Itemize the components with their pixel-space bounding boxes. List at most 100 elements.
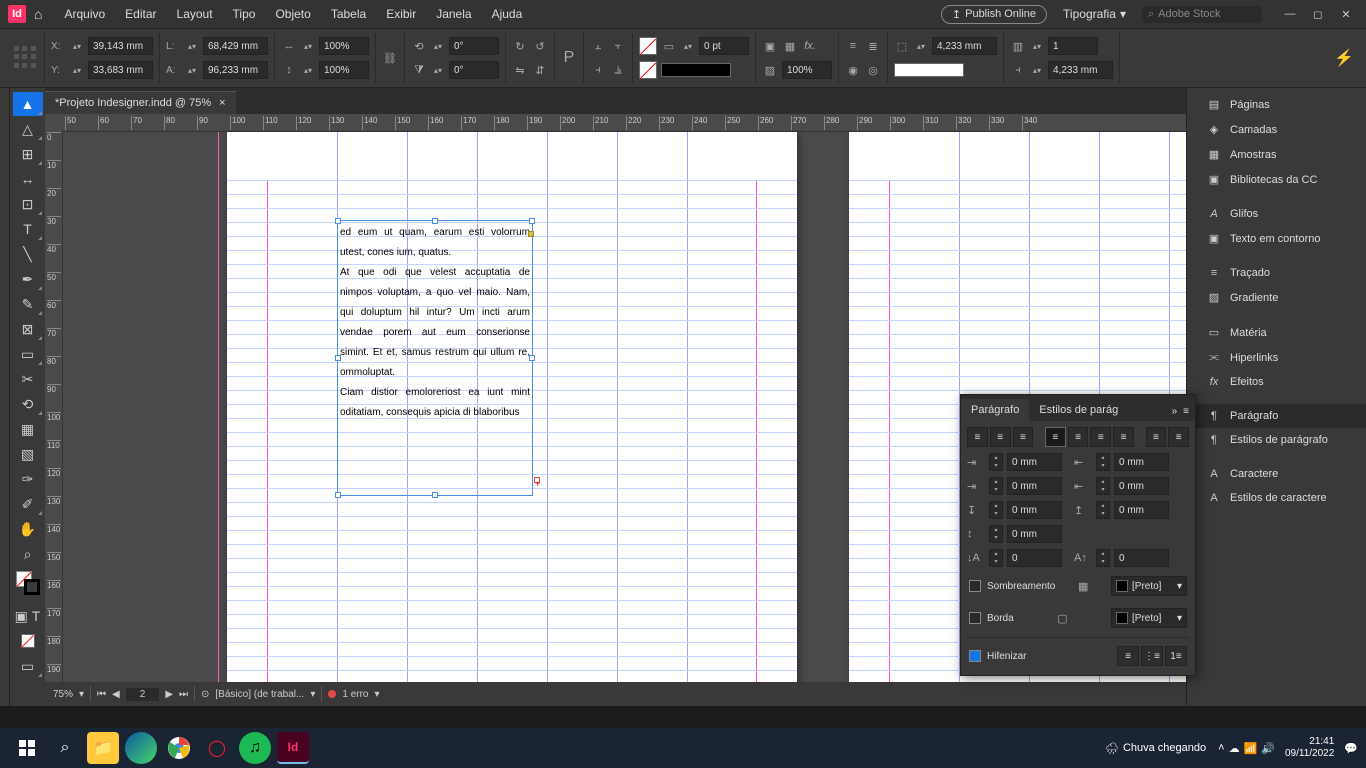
wifi-icon[interactable]: 📶 [1244, 742, 1258, 755]
space-before-field[interactable]: 0 mm [1007, 501, 1062, 519]
panel-estilos-caractere[interactable]: AEstilos de caractere [1196, 486, 1366, 510]
shear-field[interactable] [449, 61, 499, 79]
publish-online-button[interactable]: ↥ Publish Online [941, 5, 1047, 24]
hyphenate-checkbox[interactable] [969, 650, 981, 662]
scale-x-field[interactable] [319, 37, 369, 55]
zoom-level[interactable]: 75% [53, 689, 73, 700]
menu-exibir[interactable]: Exibir [376, 7, 426, 21]
panel-cc-libs[interactable]: ▣Bibliotecas da CC [1196, 167, 1366, 192]
tab-estilos-parag[interactable]: Estilos de parág [1029, 399, 1128, 421]
align-away-spine[interactable]: ≡ [1168, 427, 1189, 447]
tab-paragrafo[interactable]: Parágrafo [961, 399, 1029, 421]
menu-tabela[interactable]: Tabela [321, 7, 376, 21]
align-icon[interactable]: ⫞ [590, 62, 606, 78]
rotate-ccw-icon[interactable]: ↺ [532, 38, 548, 54]
text-frame[interactable]: ed eum ut quam, earum esti volorrum utes… [337, 220, 533, 496]
panel-estilos-paragrafo[interactable]: ¶Estilos de parágrafo [1196, 428, 1366, 452]
close-button[interactable]: ✕ [1334, 5, 1358, 23]
justify-all[interactable]: ≡ [1113, 427, 1134, 447]
indent-left-field[interactable]: 0 mm [1007, 453, 1062, 471]
list-number[interactable]: 1≡ [1165, 646, 1187, 666]
first-line-field[interactable]: 0 mm [1007, 477, 1062, 495]
edge-app[interactable] [125, 732, 157, 764]
hand-tool[interactable]: ✋ [13, 517, 43, 541]
opacity-field[interactable] [782, 61, 832, 79]
volume-icon[interactable]: 🔊 [1261, 742, 1275, 755]
overset-indicator[interactable] [534, 477, 540, 483]
last-line-field[interactable]: 0 mm [1114, 477, 1169, 495]
gap-x-field[interactable] [932, 37, 997, 55]
list-none[interactable]: ≡ [1117, 646, 1139, 666]
weather-icon[interactable]: 🌧 [1105, 742, 1119, 755]
align-icon[interactable]: ⫟ [610, 38, 626, 54]
status-style[interactable]: [Básico] (de trabal... [215, 689, 304, 700]
fill-preview[interactable] [894, 63, 964, 77]
panel-paginas[interactable]: ▤Páginas [1196, 92, 1366, 117]
space-between-field[interactable]: 0 mm [1007, 525, 1062, 543]
x-field[interactable] [88, 37, 153, 55]
panel-tracado[interactable]: ≡Traçado [1196, 261, 1366, 285]
panel-camadas[interactable]: ◈Camadas [1196, 117, 1366, 142]
tray-chevron-icon[interactable]: ˄ [1218, 742, 1224, 754]
panel-materia[interactable]: ▭Matéria [1196, 320, 1366, 345]
workspace-switcher[interactable]: Tipografia ▾ [1055, 7, 1134, 21]
menu-janela[interactable]: Janela [426, 7, 481, 21]
vertical-ruler[interactable]: 0102030405060708090100110120130140150160… [45, 132, 63, 682]
justify-left[interactable]: ≡ [1045, 427, 1066, 447]
selection-tool[interactable]: ▲ [13, 92, 43, 116]
cols-field[interactable] [1048, 37, 1098, 55]
line-tool[interactable]: ╲ [13, 242, 43, 266]
gap-tool[interactable]: ↔ [13, 167, 43, 191]
menu-ajuda[interactable]: Ajuda [482, 7, 533, 21]
explorer-app[interactable]: 📁 [87, 732, 119, 764]
stroke-style[interactable] [661, 63, 731, 77]
rectangle-tool[interactable]: ▭ [13, 342, 43, 366]
horizontal-ruler[interactable]: 5060708090100110120130140150160170180190… [63, 114, 1186, 132]
zoom-tool[interactable]: ⌕ [13, 542, 43, 566]
indent-right-field[interactable]: 0 mm [1114, 453, 1169, 471]
first-page-icon[interactable]: ⏮ [97, 689, 106, 700]
panel-hiperlinks[interactable]: ⫘Hiperlinks [1196, 345, 1366, 370]
rectangle-frame-tool[interactable]: ⊠ [13, 317, 43, 341]
left-dock-strip[interactable] [0, 88, 10, 706]
flip-h-icon[interactable]: ⇋ [512, 62, 528, 78]
page-tool[interactable]: ⊞ [13, 142, 43, 166]
onedrive-icon[interactable]: ☁ [1229, 742, 1240, 755]
panel-amostras[interactable]: ▦Amostras [1196, 142, 1366, 167]
opera-app[interactable]: ◯ [201, 732, 233, 764]
h-field[interactable] [203, 61, 268, 79]
dropcap-lines-field[interactable]: 0 [1007, 549, 1062, 567]
textwrap-icon[interactable]: ◉ [845, 62, 861, 78]
stroke-swatch[interactable] [639, 61, 657, 79]
shading-swatch-select[interactable]: [Preto]▾ [1111, 576, 1187, 596]
maximize-button[interactable]: ◻ [1306, 5, 1330, 23]
preflight-errors[interactable]: 1 erro [342, 689, 368, 700]
home-icon[interactable]: ⌂ [34, 6, 42, 22]
fit-icon[interactable]: ⬚ [894, 38, 910, 54]
content-collector-tool[interactable]: ⊡ [13, 192, 43, 216]
scissors-tool[interactable]: ✂ [13, 367, 43, 391]
rotate-field[interactable] [449, 37, 499, 55]
collapse-icon[interactable]: » [1172, 406, 1178, 417]
start-button[interactable] [8, 729, 46, 767]
menu-arquivo[interactable]: Arquivo [54, 7, 115, 21]
minimize-button[interactable]: — [1278, 5, 1302, 23]
link-icon[interactable]: ⛓ [382, 50, 398, 66]
search-icon[interactable]: ⌕ [46, 729, 84, 767]
align-center[interactable]: ≡ [990, 427, 1011, 447]
screen-mode[interactable]: ▭ [13, 654, 43, 678]
panel-glifos[interactable]: AGlifos [1196, 202, 1366, 226]
stock-search[interactable]: ⌕ Adobe Stock [1142, 6, 1262, 23]
notifications-icon[interactable]: 💬 [1344, 742, 1358, 755]
next-page-icon[interactable]: ▶ [165, 689, 173, 700]
thread-in-port[interactable] [528, 231, 534, 237]
prev-page-icon[interactable]: ◀ [112, 689, 120, 700]
menu-tipo[interactable]: Tipo [223, 7, 266, 21]
menu-objeto[interactable]: Objeto [265, 7, 320, 21]
gradient-swatch-tool[interactable]: ▦ [13, 417, 43, 441]
eyedropper-tool[interactable]: ✐ [13, 492, 43, 516]
quick-apply-icon[interactable]: ⚡ [1336, 50, 1352, 66]
scale-y-field[interactable] [319, 61, 369, 79]
apply-color[interactable] [13, 629, 43, 653]
border-checkbox[interactable] [969, 612, 981, 624]
